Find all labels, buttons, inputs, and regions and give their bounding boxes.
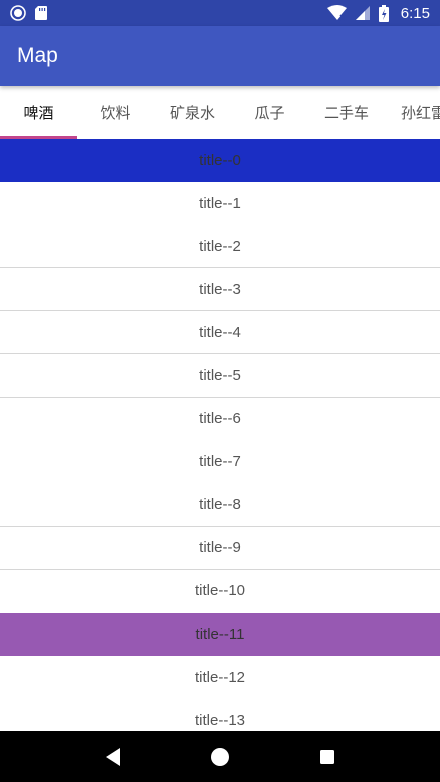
list-item[interactable]: title--6 xyxy=(0,398,440,441)
list-item[interactable]: title--9 xyxy=(0,527,440,570)
list-item[interactable]: title--13 xyxy=(0,699,440,731)
home-button[interactable] xyxy=(196,733,244,781)
wifi-icon xyxy=(326,5,347,21)
recents-button[interactable] xyxy=(303,733,351,781)
list-item[interactable]: title--1 xyxy=(0,182,440,225)
list-item[interactable]: title--12 xyxy=(0,656,440,699)
tab-beer[interactable]: 啤酒 xyxy=(0,86,77,139)
list-item[interactable]: title--11 xyxy=(0,613,440,657)
tab-mineral-water[interactable]: 矿泉水 xyxy=(154,86,231,139)
tab-used-cars[interactable]: 二手车 xyxy=(308,86,385,139)
status-bar: 6:15 xyxy=(0,0,440,26)
back-button[interactable] xyxy=(89,733,137,781)
battery-icon xyxy=(378,4,389,22)
status-right-icons: 6:15 xyxy=(326,4,430,22)
back-icon xyxy=(106,747,121,766)
list-item[interactable]: title--2 xyxy=(0,225,440,269)
list-item[interactable]: title--4 xyxy=(0,311,440,355)
recents-icon xyxy=(319,749,334,764)
list-item[interactable]: title--0 xyxy=(0,139,440,183)
navigation-bar xyxy=(0,731,440,782)
tab-bar: 啤酒 饮料 矿泉水 瓜子 二手车 孙红雷 xyxy=(0,86,440,139)
list-item[interactable]: title--5 xyxy=(0,354,440,398)
app-title: Map xyxy=(17,44,58,67)
record-icon xyxy=(10,5,26,21)
tab-drinks[interactable]: 饮料 xyxy=(77,86,154,139)
status-left-icons xyxy=(10,5,48,21)
home-icon xyxy=(210,747,229,766)
list-item[interactable]: title--10 xyxy=(0,570,440,613)
title-list[interactable]: title--0 title--1 title--2 title--3 titl… xyxy=(0,139,440,731)
tab-sun-honglei[interactable]: 孙红雷 xyxy=(385,86,440,139)
app-bar: Map xyxy=(0,26,440,86)
status-time: 6:15 xyxy=(400,4,430,22)
signal-icon xyxy=(355,6,370,20)
list-item[interactable]: title--3 xyxy=(0,268,440,312)
sd-card-icon xyxy=(35,6,47,20)
tab-melon-seeds[interactable]: 瓜子 xyxy=(231,86,308,139)
list-item[interactable]: title--8 xyxy=(0,484,440,527)
list-item[interactable]: title--7 xyxy=(0,441,440,484)
